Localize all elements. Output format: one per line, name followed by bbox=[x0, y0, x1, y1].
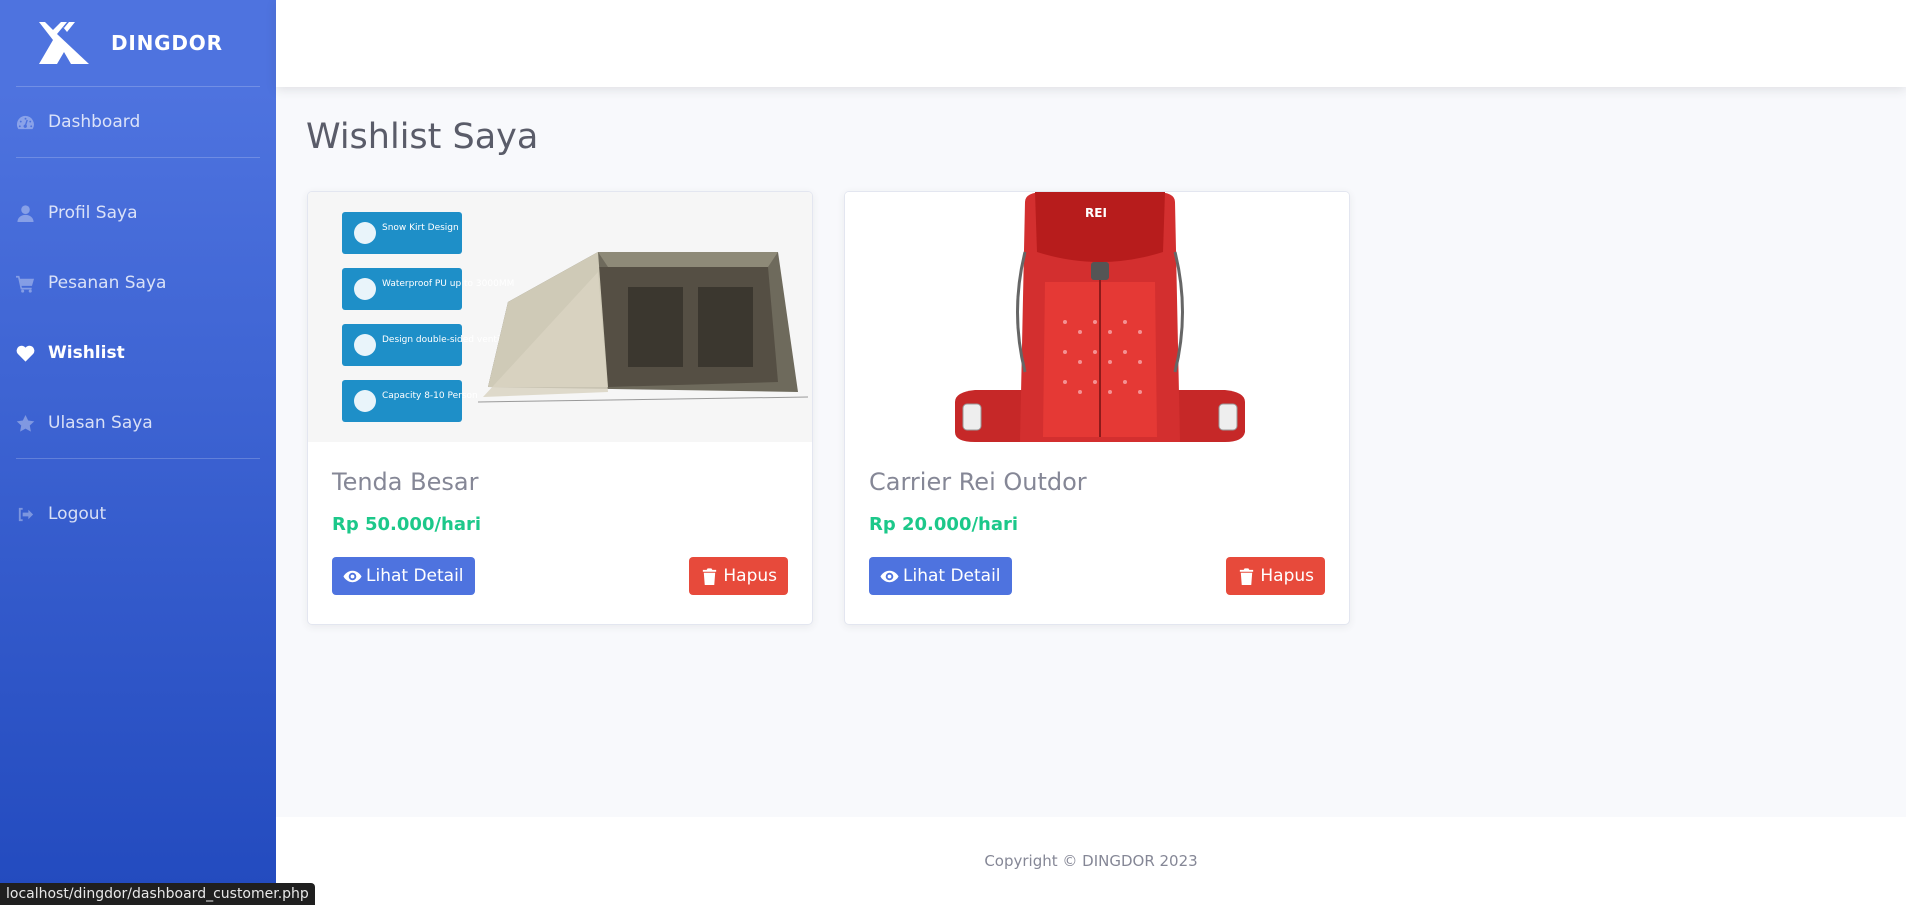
button-label: Lihat Detail bbox=[903, 566, 1001, 586]
browser-status-url: localhost/dingdor/dashboard_customer.php bbox=[0, 883, 315, 905]
svg-text:REI: REI bbox=[1085, 206, 1107, 220]
feature-text: Snow Kirt Design bbox=[382, 223, 459, 233]
tachometer-icon bbox=[16, 113, 48, 132]
trash-icon bbox=[1240, 567, 1254, 585]
view-detail-button[interactable]: Lihat Detail bbox=[869, 557, 1012, 595]
product-image-carrier[interactable]: REI bbox=[845, 192, 1349, 442]
sidebar-item-ulasan-saya[interactable]: Ulasan Saya bbox=[0, 388, 276, 458]
sidebar-item-logout[interactable]: Logout bbox=[0, 479, 276, 549]
eye-icon bbox=[343, 570, 362, 582]
tent-image: Snow Kirt Design Waterproof PU up to 300… bbox=[308, 192, 812, 442]
sidebar-item-label: Logout bbox=[48, 504, 107, 524]
page-title: Wishlist Saya bbox=[306, 117, 539, 157]
brand-name: DINGDOR bbox=[111, 31, 223, 55]
sidebar-item-pesanan-saya[interactable]: Pesanan Saya bbox=[0, 248, 276, 318]
sidebar-item-label: Dashboard bbox=[48, 112, 141, 132]
product-name: Tenda Besar bbox=[332, 468, 479, 496]
sidebar-item-label: Ulasan Saya bbox=[48, 413, 153, 433]
view-detail-button[interactable]: Lihat Detail bbox=[332, 557, 475, 595]
button-label: Lihat Detail bbox=[366, 566, 464, 586]
sidebar: DINGDOR Dashboard Profil Saya Pesanan Sa… bbox=[0, 0, 276, 905]
product-image-tent[interactable]: Snow Kirt Design Waterproof PU up to 300… bbox=[308, 192, 812, 442]
sidebar-item-profil-saya[interactable]: Profil Saya bbox=[0, 178, 276, 248]
sidebar-item-dashboard[interactable]: Dashboard bbox=[0, 87, 276, 157]
eye-icon bbox=[880, 570, 899, 582]
topbar bbox=[276, 0, 1906, 87]
footer: Copyright © DINGDOR 2023 bbox=[276, 817, 1906, 905]
product-price: Rp 20.000/hari bbox=[869, 514, 1019, 535]
feature-text: Capacity 8-10 Person bbox=[382, 391, 478, 401]
sidebar-item-wishlist[interactable]: Wishlist bbox=[0, 318, 276, 388]
product-name: Carrier Rei Outdor bbox=[869, 468, 1087, 496]
cart-icon bbox=[16, 274, 48, 293]
copyright-text: Copyright © DINGDOR 2023 bbox=[984, 852, 1198, 870]
feature-text: Waterproof PU up to 3000MM bbox=[382, 279, 514, 289]
sidebar-item-label: Profil Saya bbox=[48, 203, 138, 223]
wishlist-card: Snow Kirt Design Waterproof PU up to 300… bbox=[307, 191, 813, 625]
tent-logo-icon bbox=[39, 22, 89, 64]
sign-out-icon bbox=[16, 505, 48, 524]
backpack-image: REI bbox=[845, 192, 1349, 442]
product-price: Rp 50.000/hari bbox=[332, 514, 482, 535]
user-icon bbox=[16, 204, 48, 223]
delete-button[interactable]: Hapus bbox=[1226, 557, 1325, 595]
wishlist-card: REI Carrier Rei Outdor Rp 20.000/hari Li… bbox=[844, 191, 1350, 625]
delete-button[interactable]: Hapus bbox=[689, 557, 788, 595]
button-label: Hapus bbox=[1260, 566, 1314, 586]
sidebar-item-label: Pesanan Saya bbox=[48, 273, 167, 293]
trash-icon bbox=[703, 567, 717, 585]
star-icon bbox=[16, 414, 48, 433]
heart-icon bbox=[16, 344, 48, 363]
brand[interactable]: DINGDOR bbox=[0, 0, 276, 86]
button-label: Hapus bbox=[723, 566, 777, 586]
main-content: Wishlist Saya Snow Kirt Design Waterproo… bbox=[276, 87, 1906, 817]
sidebar-item-label: Wishlist bbox=[48, 343, 125, 363]
